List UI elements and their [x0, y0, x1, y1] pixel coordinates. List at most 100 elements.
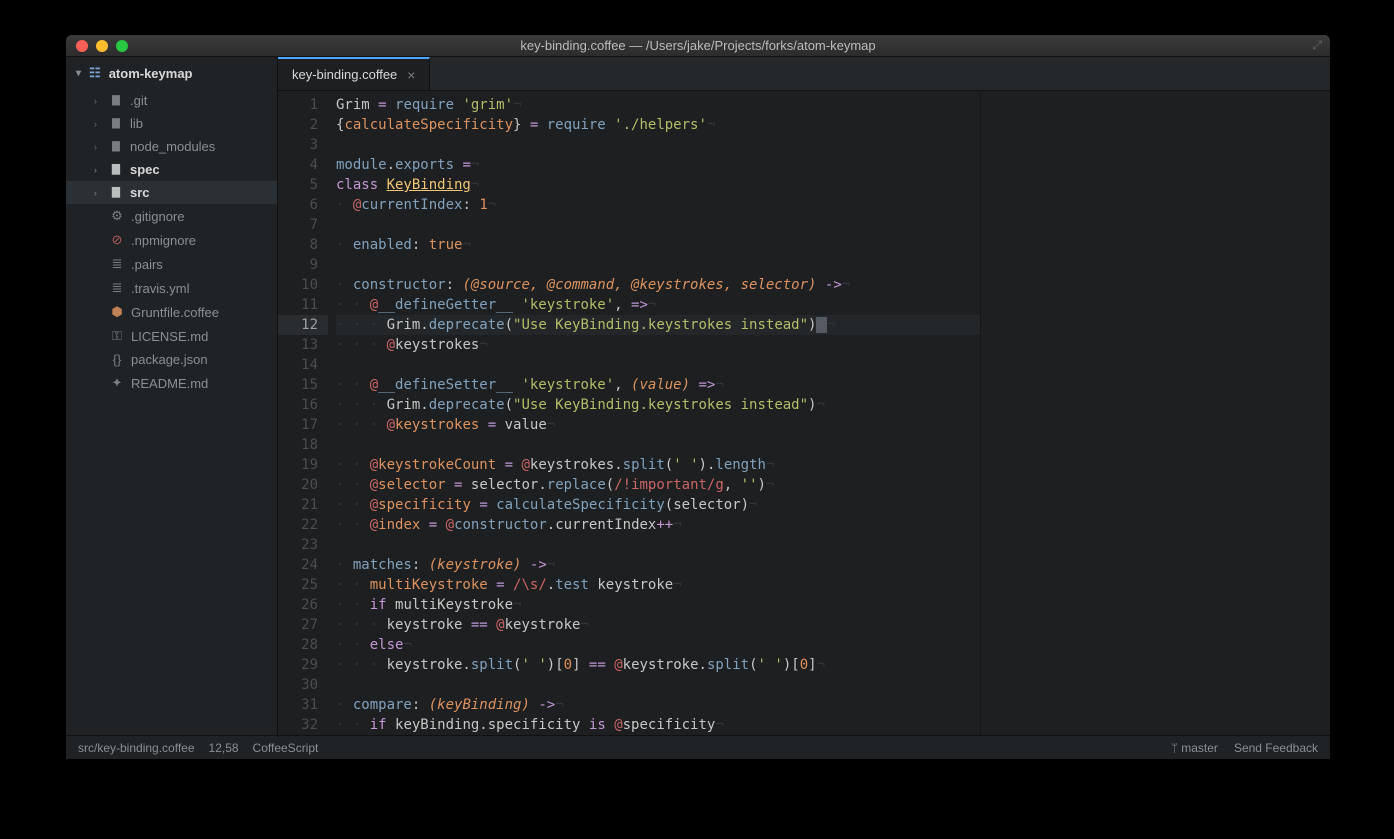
line-number[interactable]: 28	[278, 635, 328, 655]
maximize-icon[interactable]: ⤢	[1312, 38, 1322, 53]
editor-empty-region	[980, 91, 1330, 735]
chevron-right-icon: ›	[94, 119, 102, 129]
status-language[interactable]: CoffeeScript	[253, 741, 319, 755]
line-number[interactable]: 9	[278, 255, 328, 275]
titlebar[interactable]: key-binding.coffee — /Users/jake/Project…	[66, 35, 1330, 57]
file-README-md[interactable]: ✦README.md	[66, 371, 277, 395]
line-number[interactable]: 8	[278, 235, 328, 255]
line-number[interactable]: 14	[278, 355, 328, 375]
code-line[interactable]: · · · keystroke == @keystroke¬	[336, 615, 980, 635]
file--gitignore[interactable]: ⚙.gitignore	[66, 204, 277, 228]
code-line[interactable]: · · @__defineGetter__ 'keystroke', =>¬	[336, 295, 980, 315]
line-number[interactable]: 2	[278, 115, 328, 135]
code-line[interactable]: module.exports =¬	[336, 155, 980, 175]
line-number[interactable]: 20	[278, 475, 328, 495]
line-number[interactable]: 31	[278, 695, 328, 715]
tree-item-label: package.json	[131, 352, 208, 367]
folder-spec[interactable]: ›▇spec	[66, 158, 277, 181]
code-line[interactable]: · compare: (keyBinding) ->¬	[336, 695, 980, 715]
line-number[interactable]: 16	[278, 395, 328, 415]
file-package-json[interactable]: {}package.json	[66, 348, 277, 371]
line-number[interactable]: 18	[278, 435, 328, 455]
send-feedback-link[interactable]: Send Feedback	[1234, 741, 1318, 755]
code-line[interactable]: Grim = require 'grim'¬	[336, 95, 980, 115]
code-line[interactable]	[336, 135, 980, 155]
line-number[interactable]: 6	[278, 195, 328, 215]
code-line[interactable]: · · else¬	[336, 635, 980, 655]
code-line[interactable]	[336, 675, 980, 695]
chevron-right-icon: ›	[94, 142, 102, 152]
code-line[interactable]	[336, 355, 980, 375]
line-number[interactable]: 26	[278, 595, 328, 615]
line-number[interactable]: 24	[278, 555, 328, 575]
code-line[interactable]: · · @index = @constructor.currentIndex++…	[336, 515, 980, 535]
line-number[interactable]: 10	[278, 275, 328, 295]
code-line[interactable]: · · · @keystrokes¬	[336, 335, 980, 355]
code-line[interactable]	[336, 435, 980, 455]
line-number[interactable]: 3	[278, 135, 328, 155]
line-number[interactable]: 32	[278, 715, 328, 735]
file--pairs[interactable]: ≣.pairs	[66, 252, 277, 276]
code-line[interactable]: · enabled: true¬	[336, 235, 980, 255]
code-line[interactable]: · matches: (keystroke) ->¬	[336, 555, 980, 575]
code-line[interactable]	[336, 215, 980, 235]
code-line[interactable]: · · @__defineSetter__ 'keystroke', (valu…	[336, 375, 980, 395]
line-number[interactable]: 12	[278, 315, 328, 335]
line-number[interactable]: 25	[278, 575, 328, 595]
code-line[interactable]: · · if keyBinding.specificity is @specif…	[336, 715, 980, 735]
file--travis-yml[interactable]: ≣.travis.yml	[66, 276, 277, 300]
status-path[interactable]: src/key-binding.coffee	[78, 741, 195, 755]
tree-item-label: node_modules	[130, 139, 215, 154]
line-number[interactable]: 29	[278, 655, 328, 675]
code-line[interactable]: {calculateSpecificity} = require './help…	[336, 115, 980, 135]
folder--git[interactable]: ›▇.git	[66, 89, 277, 112]
line-number[interactable]: 15	[278, 375, 328, 395]
file-Gruntfile-coffee[interactable]: ⬢Gruntfile.coffee	[66, 300, 277, 324]
line-number[interactable]: 11	[278, 295, 328, 315]
tree-item-label: Gruntfile.coffee	[131, 305, 219, 320]
code-line[interactable]: · · if multiKeystroke¬	[336, 595, 980, 615]
text-editor[interactable]: 1234567891011121314151617181920212223242…	[278, 91, 1330, 735]
folder-src[interactable]: ›▇src	[66, 181, 277, 204]
file-LICENSE-md[interactable]: ⚿LICENSE.md	[66, 324, 277, 348]
line-number[interactable]: 21	[278, 495, 328, 515]
tree-item-label: .gitignore	[131, 209, 184, 224]
code-line[interactable]: · · @selector = selector.replace(/!impor…	[336, 475, 980, 495]
line-number-gutter[interactable]: 1234567891011121314151617181920212223242…	[278, 91, 328, 735]
status-cursor-pos[interactable]: 12,58	[209, 741, 239, 755]
project-root[interactable]: ▾ ☷ atom-keymap	[66, 57, 277, 89]
line-number[interactable]: 1	[278, 95, 328, 115]
code-line[interactable]	[336, 535, 980, 555]
line-number[interactable]: 23	[278, 535, 328, 555]
code-line[interactable]: · · multiKeystroke = /\s/.test keystroke…	[336, 575, 980, 595]
folder-lib[interactable]: ›▇lib	[66, 112, 277, 135]
tree-view[interactable]: ▾ ☷ atom-keymap ›▇.git›▇lib›▇node_module…	[66, 57, 278, 735]
code-line[interactable]: · · @keystrokeCount = @keystrokes.split(…	[336, 455, 980, 475]
folder-node-modules[interactable]: ›▇node_modules	[66, 135, 277, 158]
code-line[interactable]: · · @specificity = calculateSpecificity(…	[336, 495, 980, 515]
git-branch[interactable]: ᛘ master	[1171, 741, 1218, 755]
line-number[interactable]: 4	[278, 155, 328, 175]
line-number[interactable]: 19	[278, 455, 328, 475]
line-number[interactable]: 13	[278, 335, 328, 355]
code-line[interactable]: · · · Grim.deprecate("Use KeyBinding.key…	[336, 315, 980, 335]
code-line[interactable]: · constructor: (@source, @command, @keys…	[336, 275, 980, 295]
line-number[interactable]: 30	[278, 675, 328, 695]
code-line[interactable]	[336, 255, 980, 275]
code-area[interactable]: Grim = require 'grim'¬{calculateSpecific…	[328, 91, 980, 735]
close-icon[interactable]: ×	[407, 67, 415, 83]
code-line[interactable]: · · · @keystrokes = value¬	[336, 415, 980, 435]
tab-key-binding[interactable]: key-binding.coffee ×	[278, 57, 430, 90]
file--npmignore[interactable]: ⊘.npmignore	[66, 228, 277, 252]
line-number[interactable]: 17	[278, 415, 328, 435]
code-line[interactable]: · · · keystroke.split(' ')[0] == @keystr…	[336, 655, 980, 675]
code-line[interactable]: · @currentIndex: 1¬	[336, 195, 980, 215]
code-line[interactable]: class KeyBinding¬	[336, 175, 980, 195]
line-number[interactable]: 7	[278, 215, 328, 235]
line-number[interactable]: 22	[278, 515, 328, 535]
line-number[interactable]: 5	[278, 175, 328, 195]
code-line[interactable]: · · · Grim.deprecate("Use KeyBinding.key…	[336, 395, 980, 415]
line-number[interactable]: 27	[278, 615, 328, 635]
status-bar: src/key-binding.coffee 12,58 CoffeeScrip…	[66, 735, 1330, 759]
tab-bar[interactable]: key-binding.coffee ×	[278, 57, 1330, 91]
